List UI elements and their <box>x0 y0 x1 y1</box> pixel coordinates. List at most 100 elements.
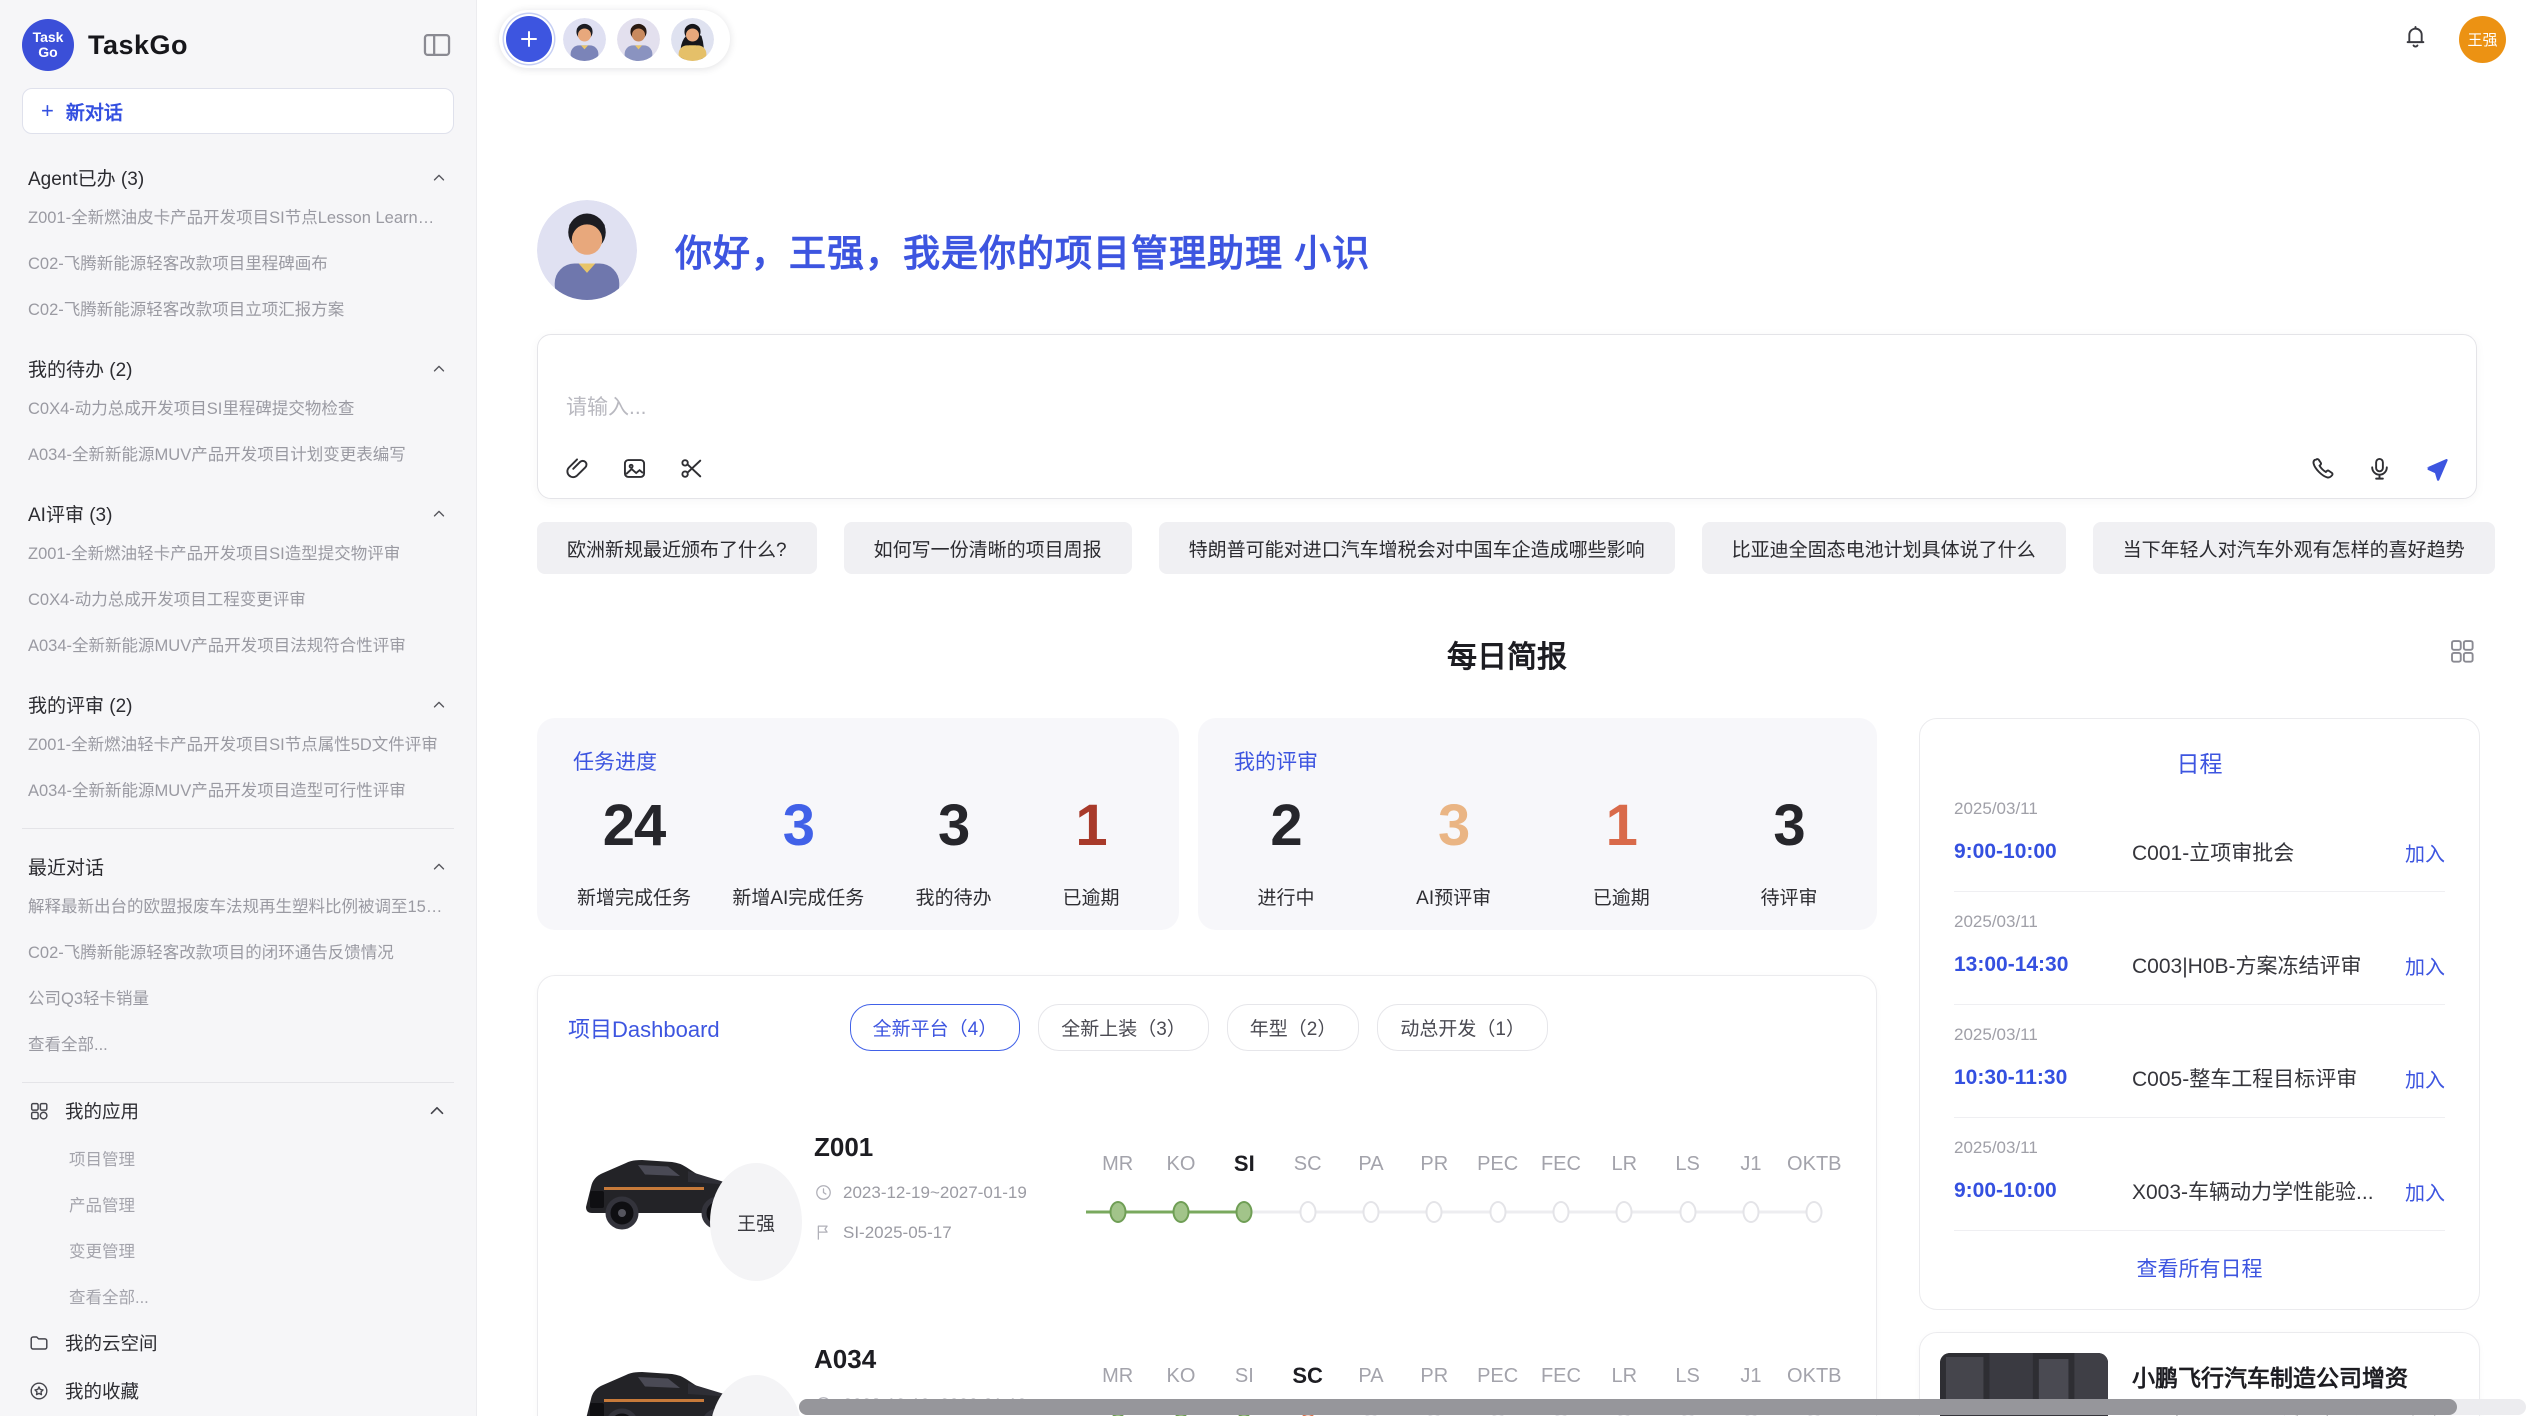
milestone-dot-row <box>1529 1191 1592 1233</box>
new-chat-button[interactable]: + 新对话 <box>22 88 454 134</box>
add-agent-button[interactable] <box>506 16 552 62</box>
sidebar-item-star-badge[interactable]: 我的收藏 <box>22 1367 454 1406</box>
milestone[interactable]: PA <box>1339 1147 1402 1233</box>
layout-grid-icon[interactable] <box>2447 636 2477 671</box>
attachment-icon[interactable] <box>564 455 591 482</box>
milestone[interactable]: SI <box>1213 1147 1276 1233</box>
chevron-up-icon[interactable] <box>430 696 448 714</box>
milestone[interactable]: KO <box>1149 1147 1212 1233</box>
event-date: 2025/03/11 <box>1954 799 2445 819</box>
sidebar-task-item[interactable]: C0X4-动力总成开发项目工程变更评审 <box>28 575 448 621</box>
sidebar-section-header-2[interactable]: AI评审 (3) <box>28 500 448 527</box>
sidebar-section-header-recent[interactable]: 最近对话 <box>28 853 448 880</box>
sidebar-task-item[interactable]: A034-全新新能源MUV产品开发项目法规符合性评审 <box>28 621 448 667</box>
sidebar-recent-item[interactable]: 查看全部... <box>28 1020 448 1066</box>
event-title: C003|H0B-方案冻结评审 <box>2132 950 2405 980</box>
project-id: Z001 <box>814 1132 1086 1163</box>
milestone[interactable]: PR <box>1403 1147 1466 1233</box>
suggestion-chip[interactable]: 当下年轻人对汽车外观有怎样的喜好趋势 <box>2093 522 2495 574</box>
agent-avatar-3[interactable] <box>671 18 714 61</box>
sidebar-task-item[interactable]: C02-飞腾新能源轻客改款项目里程碑画布 <box>28 239 448 285</box>
event-join-link[interactable]: 加入 <box>2405 838 2445 867</box>
sidebar-app-subitem[interactable]: 查看全部... <box>22 1273 454 1319</box>
sidebar-app-subitem[interactable]: 变更管理 <box>22 1227 454 1273</box>
milestone-dot <box>1172 1201 1189 1223</box>
sidebar-task-item[interactable]: A034-全新新能源MUV产品开发项目造型可行性评审 <box>28 766 448 812</box>
project-owner-badge: 王强 <box>710 1163 802 1281</box>
dashboard-tab[interactable]: 动总开发（1） <box>1377 1004 1548 1051</box>
milestone[interactable]: SC <box>1276 1147 1339 1233</box>
milestone-dot-row <box>1339 1191 1402 1233</box>
event-join-link[interactable]: 加入 <box>2405 1177 2445 1206</box>
chevron-up-icon[interactable] <box>430 360 448 378</box>
milestone[interactable]: FEC <box>1529 1147 1592 1233</box>
image-upload-icon[interactable] <box>621 455 648 482</box>
chevron-up-icon[interactable] <box>430 858 448 876</box>
dashboard-tab[interactable]: 年型（2） <box>1227 1004 1360 1051</box>
milestone-dot <box>1552 1201 1569 1223</box>
sidebar-task-item[interactable]: A034-全新新能源MUV产品开发项目计划变更表编写 <box>28 430 448 476</box>
sidebar-item-cloud-folder[interactable]: 我的云空间 <box>22 1319 454 1367</box>
event-date: 2025/03/11 <box>1954 1025 2445 1045</box>
chevron-up-icon[interactable] <box>430 505 448 523</box>
dashboard-tab[interactable]: 全新平台（4） <box>850 1004 1021 1051</box>
sidebar-recent-item[interactable]: 解释最新出台的欧盟报废车法规再生塑料比例被调至15%... <box>28 882 448 928</box>
chevron-up-icon[interactable] <box>426 1100 448 1122</box>
microphone-icon[interactable] <box>2366 455 2393 482</box>
sidebar-item-label: 我的云空间 <box>65 1330 158 1356</box>
milestone[interactable]: LR <box>1593 1147 1656 1233</box>
dashboard-tab[interactable]: 全新上装（3） <box>1038 1004 1209 1051</box>
stat-value: 24 <box>577 792 691 859</box>
collapse-sidebar-icon[interactable] <box>420 28 454 62</box>
sidebar-section-header-0[interactable]: Agent已办 (3) <box>28 164 448 191</box>
agent-avatar-2[interactable] <box>617 18 660 61</box>
suggestion-chip[interactable]: 特朗普可能对进口汽车增税会对中国车企造成哪些影响 <box>1159 522 1675 574</box>
sidebar-app-subitem[interactable]: 项目管理 <box>22 1135 454 1181</box>
star-badge-icon <box>28 1380 50 1402</box>
voice-call-icon[interactable] <box>2309 455 2336 482</box>
chat-input[interactable]: 请输入... <box>537 334 2477 499</box>
event-join-link[interactable]: 加入 <box>2405 951 2445 980</box>
sidebar-task-item[interactable]: C02-飞腾新能源轻客改款项目立项汇报方案 <box>28 285 448 331</box>
sidebar-recent-item[interactable]: 公司Q3轻卡销量 <box>28 974 448 1020</box>
milestone[interactable]: J1 <box>1719 1147 1782 1233</box>
event-row: 10:30-11:30C005-整车工程目标评审加入 <box>1954 1063 2445 1093</box>
sidebar-item-my-apps[interactable]: 我的应用 <box>22 1087 454 1135</box>
sidebar-task-item[interactable]: Z001-全新燃油轻卡产品开发项目SI节点属性5D文件评审 <box>28 720 448 766</box>
milestone[interactable]: OKTB <box>1783 1147 1846 1233</box>
sidebar-section-header-1[interactable]: 我的待办 (2) <box>28 355 448 382</box>
suggestion-chip[interactable]: 比亚迪全固态电池计划具体说了什么 <box>1702 522 2066 574</box>
horizontal-scrollbar-thumb[interactable] <box>799 1399 2457 1415</box>
project-media: 王强 <box>568 1339 786 1416</box>
sidebar-task-item[interactable]: Z001-全新燃油轻卡产品开发项目SI造型提交物评审 <box>28 529 448 575</box>
milestone-label: FEC <box>1529 1147 1592 1181</box>
send-icon[interactable] <box>2423 455 2450 482</box>
sidebar-section-header-3[interactable]: 我的评审 (2) <box>28 691 448 718</box>
project-date-range: 2023-12-19~2027-01-19 <box>814 1183 1086 1203</box>
screenshot-scissors-icon[interactable] <box>678 455 705 482</box>
suggestion-chip[interactable]: 如何写一份清晰的项目周报 <box>844 522 1132 574</box>
stat-value: 1 <box>1573 792 1669 859</box>
milestone[interactable]: PEC <box>1466 1147 1529 1233</box>
sidebar-recent-item[interactable]: C02-飞腾新能源轻客改款项目的闭环通告反馈情况 <box>28 928 448 974</box>
main-content: 你好，王强，我是你的项目管理助理 小识 请输入... 欧洲新规最近颁布了什么?如… <box>477 200 2532 1416</box>
milestone[interactable]: LS <box>1656 1147 1719 1233</box>
apps-grid-icon <box>28 1100 50 1122</box>
event-join-link[interactable]: 加入 <box>2405 1064 2445 1093</box>
sidebar-task-item[interactable]: C0X4-动力总成开发项目SI里程碑提交物检查 <box>28 384 448 430</box>
user-avatar[interactable]: 王强 <box>2459 16 2506 63</box>
chevron-up-icon[interactable] <box>430 169 448 187</box>
stat-label: AI预评审 <box>1406 883 1502 910</box>
app-title: TaskGo <box>88 30 406 61</box>
sidebar-section-label: AI评审 (3) <box>28 500 112 527</box>
stat: 1已逾期 <box>1573 776 1669 910</box>
sidebar-app-subitem[interactable]: 产品管理 <box>22 1181 454 1227</box>
chat-input-placeholder: 请输入... <box>566 391 2448 421</box>
new-chat-label: 新对话 <box>66 98 123 125</box>
sidebar-task-item[interactable]: Z001-全新燃油皮卡产品开发项目SI节点Lesson Learn报告 <box>28 193 448 239</box>
agent-avatar-1[interactable] <box>563 18 606 61</box>
bell-icon[interactable] <box>2402 23 2429 55</box>
suggestion-chip[interactable]: 欧洲新规最近颁布了什么? <box>537 522 817 574</box>
view-all-schedule-link[interactable]: 查看所有日程 <box>1954 1231 2445 1289</box>
milestone[interactable]: MR <box>1086 1147 1149 1233</box>
